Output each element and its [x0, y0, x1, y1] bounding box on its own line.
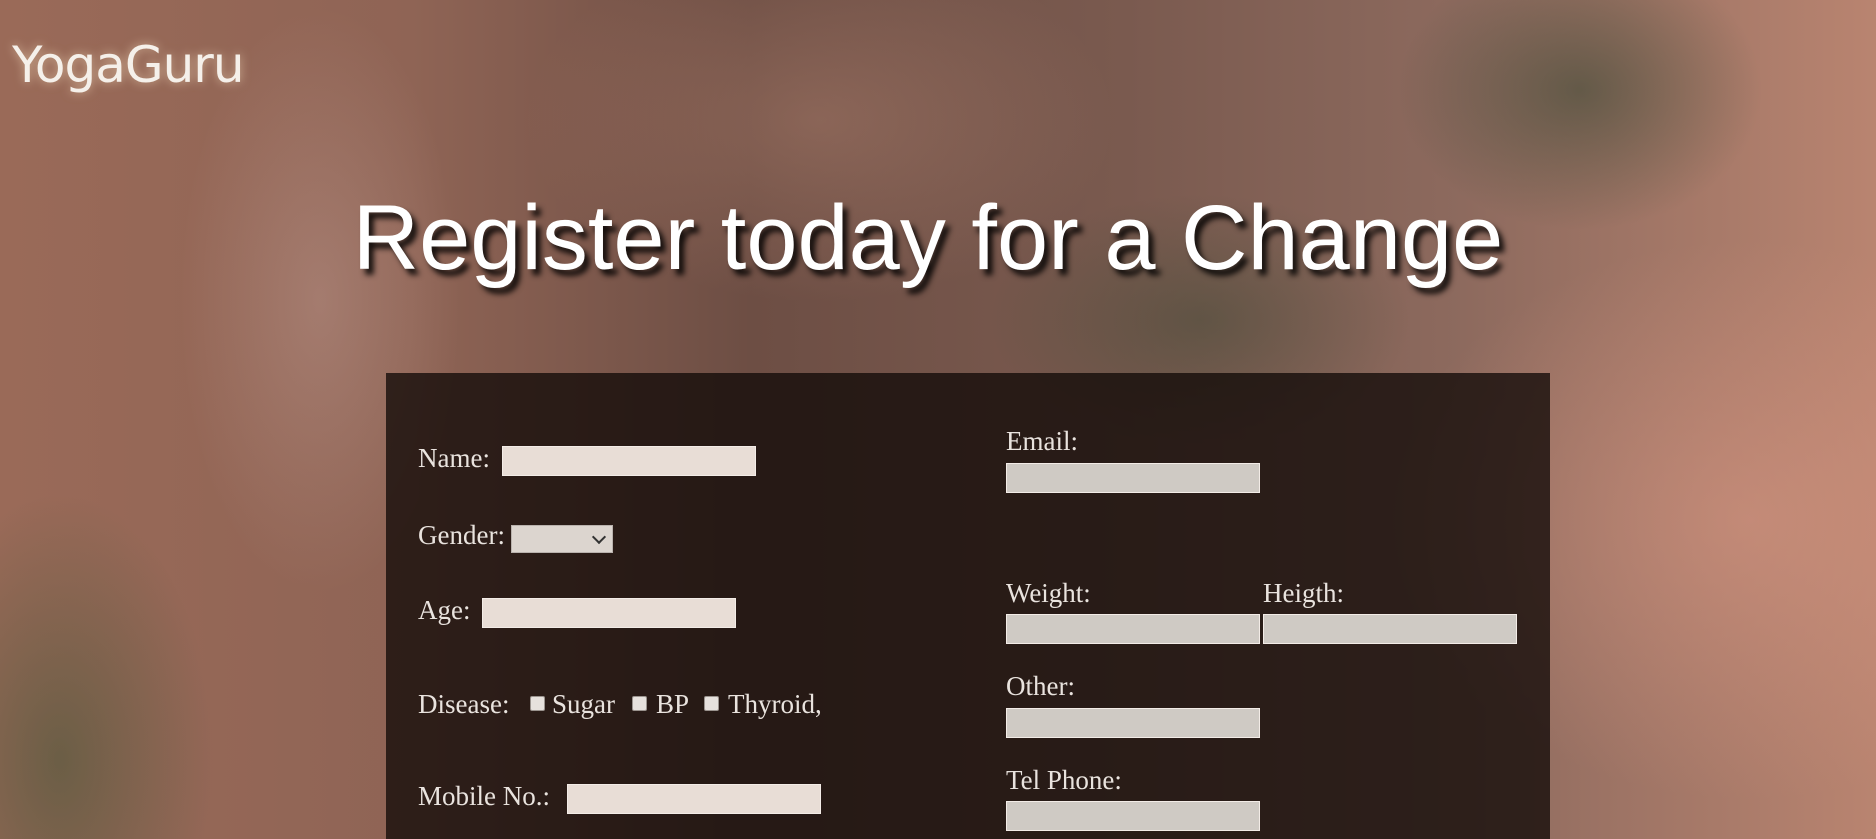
- email-label: Email:: [1006, 426, 1078, 456]
- bp-option-label: BP: [656, 689, 690, 719]
- tel-phone-label: Tel Phone:: [1006, 765, 1122, 795]
- sugar-option-label: Sugar: [552, 689, 615, 719]
- height-input[interactable]: [1263, 614, 1517, 644]
- mobile-input[interactable]: [567, 784, 821, 814]
- name-input[interactable]: [502, 446, 756, 476]
- disease-label: Disease:: [418, 689, 510, 719]
- chevron-down-icon: [591, 529, 607, 545]
- other-label: Other:: [1006, 671, 1075, 701]
- thyroid-checkbox[interactable]: [704, 696, 719, 711]
- bp-checkbox[interactable]: [632, 696, 647, 711]
- gender-select[interactable]: [511, 525, 613, 553]
- name-label: Name:: [418, 443, 490, 473]
- thyroid-option-label: Thyroid,: [728, 689, 822, 719]
- other-input[interactable]: [1006, 708, 1260, 738]
- mobile-label: Mobile No.:: [418, 781, 550, 811]
- gender-label: Gender:: [418, 520, 505, 550]
- email-input[interactable]: [1006, 463, 1260, 493]
- age-label: Age:: [418, 595, 471, 625]
- height-label: Heigth:: [1263, 578, 1344, 608]
- site-logo[interactable]: YogaGuru: [12, 36, 245, 94]
- tel-phone-input[interactable]: [1006, 801, 1260, 831]
- page-title: Register today for a Change: [352, 187, 1504, 289]
- weight-input[interactable]: [1006, 614, 1260, 644]
- registration-form: Name: Gender: Age: Disease: Sugar BP Thy…: [386, 373, 1550, 839]
- age-input[interactable]: [482, 598, 736, 628]
- sugar-checkbox[interactable]: [530, 696, 545, 711]
- weight-label: Weight:: [1006, 578, 1091, 608]
